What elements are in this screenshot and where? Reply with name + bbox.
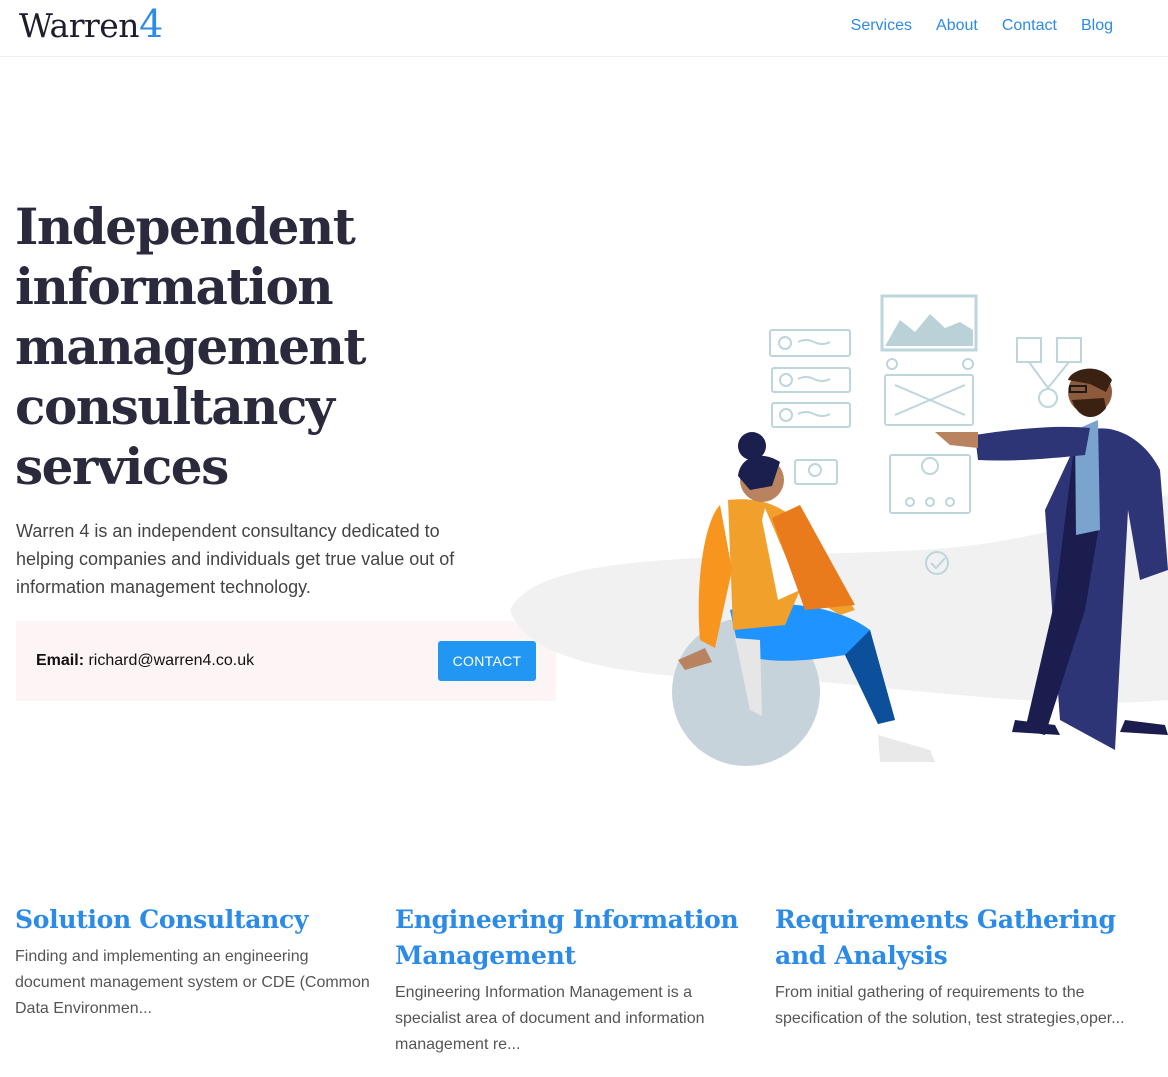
site-header: Warren4 Services About Contact Blog	[0, 0, 1168, 57]
nav-contact[interactable]: Contact	[1002, 16, 1057, 36]
nav-services[interactable]: Services	[851, 16, 912, 36]
service-excerpt: Engineering Information Management is a …	[395, 984, 705, 1053]
logo-number: 4	[139, 2, 163, 46]
email-value: richard@warren4.co.uk	[88, 652, 255, 669]
hero-illustration	[510, 294, 1168, 766]
hero-subtitle: Warren 4 is an independent consultancy d…	[16, 521, 455, 597]
nav-blog[interactable]: Blog	[1081, 16, 1113, 36]
service-excerpt: Finding and implementing an engineering …	[15, 948, 370, 1017]
service-card: Engineering Information Management Engin…	[395, 902, 755, 1058]
site-logo[interactable]: Warren4	[19, 2, 163, 48]
nav-about[interactable]: About	[936, 16, 978, 36]
email-label: Email:	[36, 652, 85, 669]
email-line: Email: richard@warren4.co.uk	[36, 652, 254, 670]
contact-box: Email: richard@warren4.co.uk CONTACT	[16, 621, 556, 701]
service-title[interactable]: Requirements Gathering and Analysis	[775, 902, 1155, 974]
service-excerpt: From initial gathering of requirements t…	[775, 984, 1125, 1027]
logo-text: Warren	[19, 6, 140, 45]
hero-title: Independent information management consu…	[15, 197, 367, 496]
service-card: Requirements Gathering and Analysis From…	[775, 902, 1155, 1032]
service-title[interactable]: Solution Consultancy	[15, 902, 375, 938]
service-title[interactable]: Engineering Information Management	[395, 902, 755, 974]
service-card: Solution Consultancy Finding and impleme…	[15, 902, 375, 1022]
main-nav: Services About Contact Blog	[851, 16, 1113, 36]
